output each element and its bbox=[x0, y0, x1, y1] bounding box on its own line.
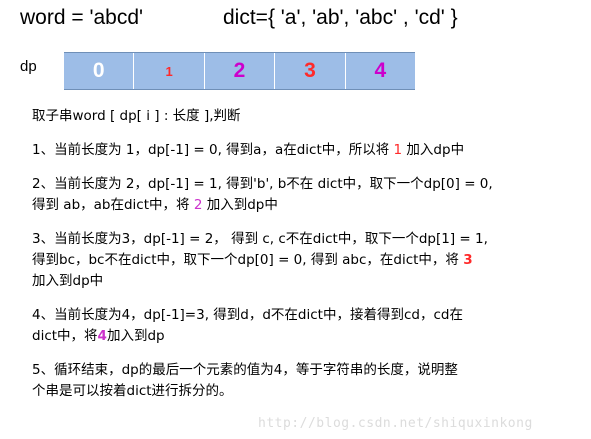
intro-line: 取子串word [ dp[ i ] : 长度 ],判断 bbox=[32, 108, 241, 124]
dp-cell-value: 2 bbox=[233, 59, 246, 82]
step-1-text-a: 1、当前长度为 1，dp[-1] = 0, 得到a，a在dict中，所以将 bbox=[32, 142, 394, 158]
step-1-value: 1 bbox=[393, 142, 403, 158]
step-2-text-b: 加入到dp中 bbox=[202, 197, 278, 213]
dp-cell-1: 1 bbox=[134, 53, 205, 89]
dp-array-label: dp bbox=[20, 58, 37, 75]
step-5-paragraph: 5、循环结束，dp的最后一个元素的值为4，等于字符串的长度，说明整 个串是可以按… bbox=[32, 360, 588, 402]
dp-cell-4: 4 bbox=[346, 53, 415, 89]
step-5-line-1: 5、循环结束，dp的最后一个元素的值为4，等于字符串的长度，说明整 bbox=[32, 362, 458, 378]
intro-paragraph: 取子串word [ dp[ i ] : 长度 ],判断 bbox=[32, 106, 588, 127]
step-1-text-b: 加入dp中 bbox=[402, 142, 465, 158]
explanation-text: 取子串word [ dp[ i ] : 长度 ],判断 1、当前长度为 1，dp… bbox=[32, 106, 588, 415]
step-4-value: 4 bbox=[97, 328, 107, 344]
dp-cell-value: 3 bbox=[304, 59, 316, 82]
step-2-paragraph: 2、当前长度为 2，dp[-1] = 1, 得到'b', b不在 dict中，取… bbox=[32, 174, 588, 216]
dict-definition: dict={ 'a', 'ab', 'abc' , 'cd' } bbox=[223, 6, 458, 29]
step-2-line-1: 2、当前长度为 2，dp[-1] = 1, 得到'b', b不在 dict中，取… bbox=[32, 176, 493, 192]
step-3-line-2: 得到bc，bc不在dict中，取下一个dp[0] = 0, 得到 abc，在di… bbox=[32, 250, 588, 271]
step-4-paragraph: 4、当前长度为4，dp[-1]=3, 得到d，d不在dict中，接着得到cd，c… bbox=[32, 305, 588, 347]
step-4-text-a: dict中，将 bbox=[32, 328, 98, 344]
step-3-line-1: 3、当前长度为3，dp[-1] = 2， 得到 c, c不在dict中，取下一个… bbox=[32, 231, 488, 247]
step-4-text-b: 加入到dp bbox=[106, 328, 165, 344]
word-definition: word = 'abcd' bbox=[20, 6, 144, 29]
step-1-paragraph: 1、当前长度为 1，dp[-1] = 0, 得到a，a在dict中，所以将 1 … bbox=[32, 140, 588, 161]
step-3-paragraph: 3、当前长度为3，dp[-1] = 2， 得到 c, c不在dict中，取下一个… bbox=[32, 229, 588, 292]
dp-cell-3: 3 bbox=[275, 53, 346, 89]
dp-cell-0: 0 bbox=[64, 53, 135, 89]
dp-array: 0 1 2 3 4 bbox=[64, 52, 415, 90]
dp-cell-value: 4 bbox=[374, 59, 387, 82]
step-4-line-2: dict中，将4加入到dp bbox=[32, 326, 588, 347]
step-5-line-2: 个串是可以按着dict进行拆分的。 bbox=[32, 383, 233, 399]
step-3-line-3: 加入到dp中 bbox=[32, 273, 104, 289]
step-4-line-1: 4、当前长度为4，dp[-1]=3, 得到d，d不在dict中，接着得到cd，c… bbox=[32, 307, 463, 323]
step-3-text-a: 得到bc，bc不在dict中，取下一个dp[0] = 0, 得到 abc，在di… bbox=[32, 252, 464, 268]
step-2-line-2: 得到 ab，ab在dict中，将 2 加入到dp中 bbox=[32, 195, 588, 216]
dp-cell-value: 1 bbox=[165, 63, 173, 79]
step-1-line-1: 1、当前长度为 1，dp[-1] = 0, 得到a，a在dict中，所以将 1 … bbox=[32, 140, 588, 161]
watermark: http://blog.csdn.net/shiquxinkong bbox=[258, 416, 533, 431]
dp-cell-value: 0 bbox=[92, 59, 105, 82]
dp-cell-2: 2 bbox=[205, 53, 276, 89]
step-3-value: 3 bbox=[463, 252, 473, 268]
step-2-text-a: 得到 ab，ab在dict中，将 bbox=[32, 197, 194, 213]
